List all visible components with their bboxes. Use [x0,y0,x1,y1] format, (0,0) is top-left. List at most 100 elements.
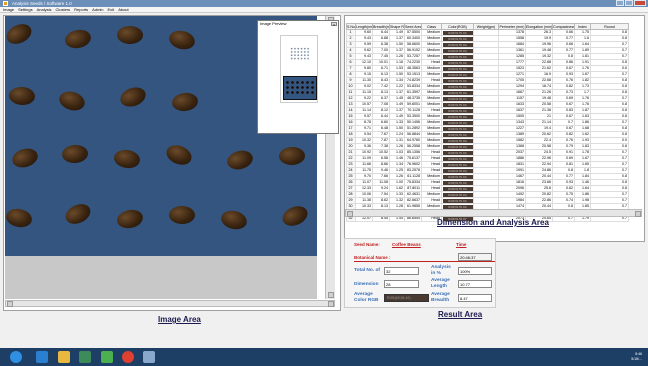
analysis-percent-field[interactable]: 100% [458,267,492,275]
color-swatch: RGB(69,55,49) [442,72,473,77]
coffee-bean [56,88,88,114]
total-field[interactable]: 32 [384,267,419,275]
table-cell[interactable]: 70.1128 [404,107,422,114]
table-cell[interactable]: 62.4631 [404,191,422,198]
coffee-bean [167,28,197,52]
color-swatch: RGB(69,55,49) [442,132,473,137]
botanical-name-label: Botanical Name : [354,255,391,260]
coffee-bean [279,202,311,230]
app-title: Analysis Seeds / Software 1.0 [12,1,72,6]
color-swatch: RGB(69,55,49) [442,84,473,89]
coffee-bean [8,86,36,106]
maximize-button[interactable] [625,0,633,6]
table-cell[interactable]: 51.2892 [404,125,422,132]
close-button[interactable] [634,0,646,6]
table-cell[interactable]: 87.8011 [404,185,422,192]
dimension-field[interactable]: 28 [384,280,419,288]
preview-close-button[interactable]: X [331,22,337,27]
image-preview-window[interactable]: Image Preview X [257,20,339,134]
internet-explorer-icon[interactable] [36,351,48,363]
coffee-bean [219,208,249,232]
file-explorer-icon[interactable] [58,351,70,363]
table-cell[interactable]: 76.9602 [404,161,422,168]
table-cell[interactable]: 48.3563 [404,65,422,72]
table-cell[interactable]: 53.7257 [404,53,422,60]
menu-exit[interactable]: Exit [108,7,115,12]
menu-reports[interactable]: Reports [74,7,88,12]
media-player-icon[interactable] [79,351,91,363]
menu-analysis[interactable]: Analysis [37,7,52,12]
seed-app-icon[interactable] [143,351,155,363]
color-swatch: RGB(69,55,49) [442,174,473,179]
table-cell[interactable]: 56.9152 [404,47,422,54]
image-area-label: Image Area [158,315,201,324]
table-scroll-left-arrow[interactable] [346,210,353,217]
table-cell[interactable]: 64.9760 [404,137,422,144]
coffee-bean [62,200,94,228]
table-cell[interactable]: 53.3500 [404,113,422,120]
menu-image[interactable]: Image [3,7,14,12]
scroll-right-arrow[interactable] [327,301,334,307]
table-cell[interactable]: 53.8334 [404,83,422,90]
dimension-label: Dimension [354,282,379,287]
image-horizontal-scrollbar[interactable] [5,300,335,307]
color-swatch: RGB(69,55,49) [442,180,473,185]
chrome-icon[interactable] [122,351,134,363]
avg-color-label: Average Color RGB [354,292,379,303]
table-cell[interactable]: 75.8334 [404,179,422,186]
table-cell[interactable]: 74.8239 [404,77,422,84]
table-scroll-right-arrow[interactable] [634,210,641,217]
table-cell[interactable]: 56.2558 [404,143,422,150]
table-cell[interactable]: 75.6137 [404,155,422,162]
table-cell[interactable]: 48.3735 [404,95,422,102]
color-swatch: RGB(69,55,49) [442,30,473,35]
time-label: Time [456,242,467,247]
table-cell[interactable]: 85.1356 [404,149,422,156]
color-swatch: RGB(69,55,49) [442,42,473,47]
menu-settings[interactable]: Settings [18,7,32,12]
menu-admin[interactable]: Admin [92,7,103,12]
clock-date: 5/18/... [631,357,642,361]
avg-breadth-label: Average Breadth [431,292,450,303]
table-cell[interactable]: 61.1128 [404,173,422,180]
coffee-bean [278,146,306,166]
coffee-bean [116,25,144,45]
preview-viewport-seeds [285,80,315,96]
coffee-bean [171,91,199,113]
table-cell[interactable]: 60.3400 [404,35,422,42]
menu-bar: Image Settings Analysis Clusters Reports… [0,7,648,13]
system-tray: 8:46 5/18/... [631,352,642,362]
table-cell[interactable]: 57.5500 [404,29,422,36]
table-cell[interactable]: 83.2578 [404,167,422,174]
seed-name-value: Coffee Beans [392,242,421,247]
table-cell[interactable]: 82.6637 [404,197,422,204]
table-cell[interactable]: 58.6600 [404,41,422,48]
avg-length-field[interactable]: 10.77 [458,280,492,288]
coffee-bean [225,147,255,173]
table-cell[interactable]: 59.8001 [404,101,422,108]
menu-about[interactable]: About [118,7,128,12]
table-cell[interactable]: 53.1513 [404,71,422,78]
avg-breadth-field[interactable]: 8.47 [458,294,492,302]
scroll-down-arrow[interactable] [327,292,334,298]
scroll-left-arrow[interactable] [6,301,13,307]
color-swatch: RGB(69,55,49) [442,156,473,161]
start-button-icon[interactable] [10,351,22,363]
table-cell[interactable]: 74.2230 [404,59,422,66]
preview-title: Image Preview [260,21,287,26]
preview-thumbnail[interactable] [280,35,318,103]
color-swatch: RGB(69,55,49) [442,144,473,149]
excel-icon[interactable] [101,351,113,363]
color-swatch: RGB(69,55,49) [442,36,473,41]
table-cell[interactable]: 56.8844 [404,131,422,138]
table-cell[interactable]: 61.3597 [404,89,422,96]
avg-color-swatch: RGB(69,55,49) [384,294,429,302]
table-cell[interactable]: 50.1456 [404,119,422,126]
coffee-bean [63,27,93,51]
seed-name-label: Seed Name: [354,242,380,247]
menu-clusters[interactable]: Clusters [55,7,70,12]
color-swatch: RGB(69,55,49) [442,120,473,125]
seed-data-table[interactable]: S.NoLength(mm)Breadth(mm)Shape RatioSeed… [346,23,629,222]
minimize-button[interactable] [616,0,624,6]
table-horizontal-scrollbar[interactable] [345,209,642,217]
